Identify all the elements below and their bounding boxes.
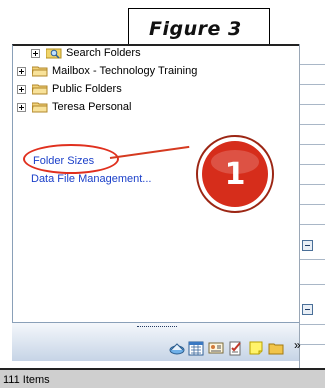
expand-icon[interactable]: [17, 85, 26, 94]
row-divider: [300, 104, 325, 105]
row-divider: [300, 184, 325, 185]
row-divider: [300, 204, 325, 205]
row-divider: [300, 344, 325, 345]
data-file-management-link[interactable]: Data File Management...: [31, 172, 151, 186]
row-divider: [300, 284, 325, 285]
tree-item-label: Public Folders: [52, 83, 122, 95]
contacts-icon[interactable]: [208, 340, 224, 356]
expand-icon[interactable]: [31, 49, 40, 58]
expand-icon[interactable]: [17, 103, 26, 112]
row-divider: [300, 259, 325, 260]
collapse-group-button[interactable]: [302, 304, 313, 315]
callout-highlight-ring: [23, 144, 119, 174]
navigation-button-bar: »: [12, 322, 301, 361]
folder-icon: [32, 102, 48, 113]
row-divider: [300, 144, 325, 145]
mail-icon[interactable]: [169, 340, 185, 356]
status-bar: 111 Items: [0, 368, 325, 388]
figure-label: Figure 3: [149, 18, 242, 40]
expand-icon[interactable]: [17, 67, 26, 76]
figure-caption-box: Figure 3: [128, 8, 270, 45]
reading-pane-edge: [299, 44, 325, 388]
folder-icon: [32, 84, 48, 95]
row-divider: [300, 64, 325, 65]
configure-buttons-icon[interactable]: »: [294, 338, 301, 352]
tree-item-label: Teresa Personal: [52, 101, 132, 113]
row-divider: [300, 324, 325, 325]
outlook-window: Search Folders Mailbox - Technology Trai…: [0, 44, 325, 388]
notes-icon[interactable]: [248, 340, 264, 356]
row-divider: [300, 124, 325, 125]
tree-item-label: Mailbox - Technology Training: [52, 65, 198, 77]
collapse-group-button[interactable]: [302, 240, 313, 251]
row-divider: [300, 224, 325, 225]
status-item-count: 111 Items: [3, 374, 50, 386]
search-folder-icon: [46, 48, 62, 59]
calendar-icon[interactable]: [188, 340, 204, 356]
callout-number: 1: [224, 156, 246, 192]
row-divider: [300, 164, 325, 165]
tasks-icon[interactable]: [228, 340, 244, 356]
folder-list-icon[interactable]: [268, 340, 284, 356]
tree-item-label: Search Folders: [66, 47, 141, 59]
folder-icon: [32, 66, 48, 77]
callout-number-badge: 1: [185, 124, 285, 224]
splitter-grip[interactable]: [137, 326, 177, 329]
row-divider: [300, 84, 325, 85]
